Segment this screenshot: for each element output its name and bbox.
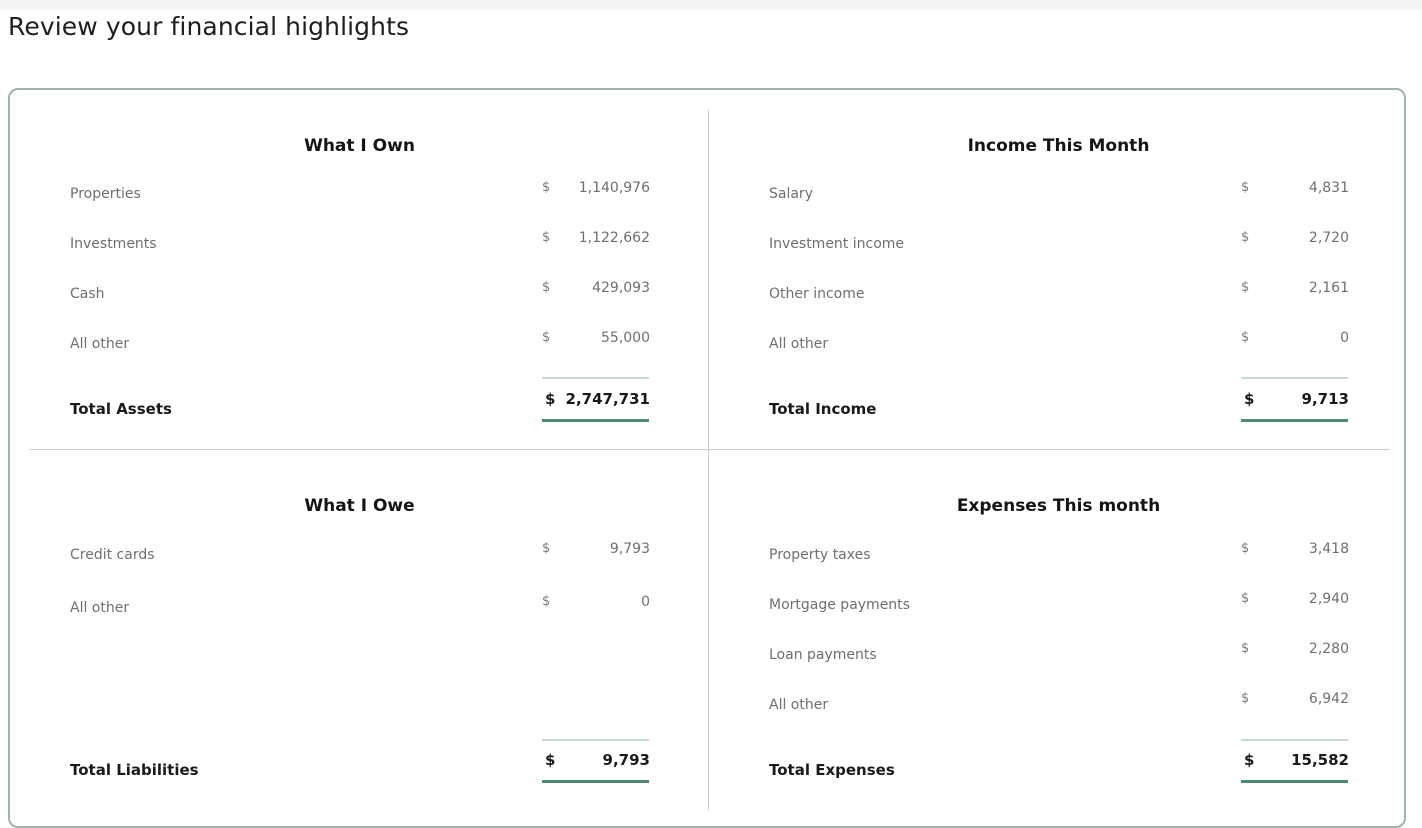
expenses-this-month-section: Expenses This month Property taxes $ 3,4… (709, 450, 1408, 810)
item-value: 55,000 (601, 330, 650, 346)
list-item: All other $ 55,000 (10, 330, 709, 354)
currency-symbol: $ (1241, 541, 1250, 556)
list-item: All other $ 0 (709, 330, 1408, 354)
list-item: Investments $ 1,122,662 (10, 230, 709, 254)
list-item: Salary $ 4,831 (709, 180, 1408, 204)
item-value: 0 (1340, 330, 1349, 346)
currency-symbol: $ (542, 330, 551, 345)
list-item: All other $ 6,942 (709, 691, 1408, 715)
item-label: Cash (70, 286, 105, 302)
total-currency-symbol: $ (1244, 390, 1255, 408)
list-item: Properties $ 1,140,976 (10, 180, 709, 204)
item-label: Loan payments (769, 647, 877, 663)
total-underline (542, 780, 649, 783)
currency-symbol: $ (1241, 591, 1250, 606)
list-item: Other income $ 2,161 (709, 280, 1408, 304)
item-value: 1,140,976 (578, 180, 650, 196)
section-title: What I Own (304, 136, 415, 156)
currency-symbol: $ (1241, 180, 1250, 195)
section-title: Expenses This month (956, 496, 1161, 516)
total-currency-symbol: $ (545, 390, 556, 408)
item-label: Salary (769, 186, 813, 202)
total-value: 9,793 (602, 751, 650, 769)
section-title: What I Owe (304, 496, 415, 516)
item-value: 6,942 (1308, 691, 1349, 707)
total-overline (1241, 377, 1348, 379)
list-item: Loan payments $ 2,280 (709, 641, 1408, 665)
item-value: 429,093 (592, 280, 650, 296)
item-value: 2,720 (1308, 230, 1349, 246)
item-label: Mortgage payments (769, 597, 910, 613)
item-label: Investments (70, 236, 157, 252)
top-bar (0, 0, 1422, 10)
what-i-owe-section: What I Owe Credit cards $ 9,793 All othe… (10, 450, 709, 810)
item-value: 1,122,662 (578, 230, 650, 246)
currency-symbol: $ (542, 594, 551, 609)
item-value: 2,280 (1308, 641, 1349, 657)
list-item: Cash $ 429,093 (10, 280, 709, 304)
total-underline (1241, 780, 1348, 783)
total-value: 9,713 (1301, 390, 1349, 408)
total-overline (542, 377, 649, 379)
item-value: 0 (641, 594, 650, 610)
financial-highlights-card: What I Own Properties $ 1,140,976 Invest… (8, 88, 1406, 828)
list-item: Investment income $ 2,720 (709, 230, 1408, 254)
total-overline (542, 739, 649, 741)
currency-symbol: $ (1241, 330, 1250, 345)
total-value: 15,582 (1291, 751, 1349, 769)
currency-symbol: $ (1241, 280, 1250, 295)
item-value: 2,161 (1308, 280, 1349, 296)
list-item: All other $ 0 (10, 594, 709, 618)
page-title: Review your financial highlights (8, 12, 410, 41)
list-item: Credit cards $ 9,793 (10, 541, 709, 565)
total-currency-symbol: $ (1244, 751, 1255, 769)
item-value: 3,418 (1308, 541, 1349, 557)
list-item: Property taxes $ 3,418 (709, 541, 1408, 565)
currency-symbol: $ (1241, 691, 1250, 706)
total-label: Total Liabilities (70, 761, 199, 779)
item-label: Properties (70, 186, 141, 202)
currency-symbol: $ (1241, 230, 1250, 245)
item-label: All other (70, 336, 130, 352)
total-value: 2,747,731 (565, 390, 650, 408)
currency-symbol: $ (542, 230, 551, 245)
what-i-own-section: What I Own Properties $ 1,140,976 Invest… (10, 90, 709, 450)
total-label: Total Expenses (769, 761, 895, 779)
item-label: Property taxes (769, 547, 871, 563)
currency-symbol: $ (542, 541, 551, 556)
total-overline (1241, 739, 1348, 741)
total-label: Total Income (769, 400, 877, 418)
total-label: Total Assets (70, 400, 172, 418)
currency-symbol: $ (542, 180, 551, 195)
item-label: Credit cards (70, 547, 155, 563)
item-label: All other (769, 336, 829, 352)
total-currency-symbol: $ (545, 751, 556, 769)
income-this-month-section: Income This Month Salary $ 4,831 Investm… (709, 90, 1408, 450)
item-label: All other (70, 600, 130, 616)
total-underline (1241, 419, 1348, 422)
item-label: Other income (769, 286, 865, 302)
section-title: Income This Month (967, 136, 1150, 156)
item-value: 9,793 (609, 541, 650, 557)
item-label: Investment income (769, 236, 905, 252)
currency-symbol: $ (542, 280, 551, 295)
item-value: 4,831 (1308, 180, 1349, 196)
total-underline (542, 419, 649, 422)
list-item: Mortgage payments $ 2,940 (709, 591, 1408, 615)
item-value: 2,940 (1308, 591, 1349, 607)
item-label: All other (769, 697, 829, 713)
currency-symbol: $ (1241, 641, 1250, 656)
